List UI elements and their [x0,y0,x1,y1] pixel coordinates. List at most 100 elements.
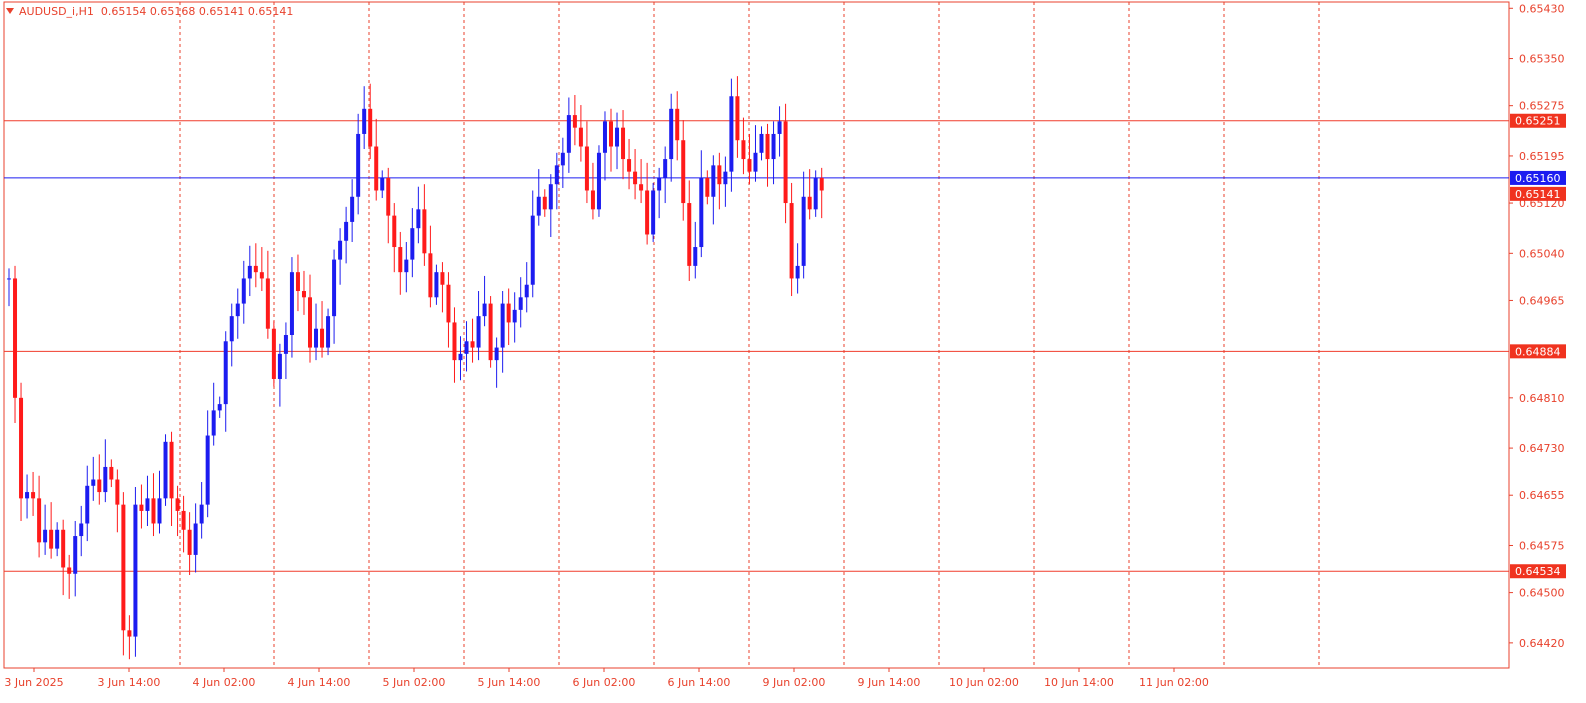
candle-body [115,479,120,505]
candle-body [494,347,499,361]
symbol-timeframe: AUDUSD_i,H1 [19,5,94,18]
level-layer [4,120,1509,572]
candle-body [332,259,337,317]
candle-body [687,203,692,266]
candle-body [127,630,132,637]
candle-body [434,272,439,298]
candle-body [362,108,367,134]
candle-body [723,171,728,185]
candle-body [651,190,656,235]
candle-body [145,498,150,511]
dropdown-arrow-icon[interactable] [6,8,14,14]
x-tick-label: 6 Jun 14:00 [668,676,731,689]
candle-body [693,247,698,266]
candle-body [759,133,764,153]
candle-body [121,504,126,631]
candle-body [705,177,710,197]
y-tick-label: 0.65195 [1519,150,1565,163]
candle-body [392,215,397,248]
ohlc-close: 0.65141 [247,5,294,18]
candle-body [458,353,463,361]
candle-body [729,96,734,172]
candle-body [566,115,571,153]
x-tick-label: 9 Jun 14:00 [858,676,921,689]
candle-body [410,228,415,260]
level-tag-label: 0.64534 [1515,565,1561,578]
candle-body [657,177,662,191]
x-tick-label: 10 Jun 02:00 [949,676,1019,689]
candle-body [289,272,294,335]
candle-body [807,196,812,210]
candle-body [187,529,192,555]
bid-price-tag: 0.65160 [1510,170,1566,185]
candle-body [253,265,258,273]
candle-body [157,498,162,524]
candle-body [199,504,204,524]
candle-body [235,303,240,317]
x-tick-label: 11 Jun 02:00 [1139,676,1209,689]
candle-body [91,479,96,486]
candle-body [584,146,589,191]
candle-body [675,108,680,141]
candle-body [43,529,48,543]
candle-body [735,96,740,141]
candle-body [428,253,433,298]
candle-body [711,165,716,197]
candle-body [181,510,186,530]
candle-body [590,190,595,210]
candle-body [356,133,361,197]
candle-body [416,209,421,229]
candle-body [314,328,319,348]
candle-body [602,121,607,153]
candle-body [560,152,565,166]
level-price-tag: 0.64534 [1510,564,1566,579]
candle-body [518,297,523,310]
candle-body [699,177,704,248]
ohlc-open: 0.65154 [100,5,147,18]
candle-body [169,441,174,499]
chart-svg[interactable]: 3 Jun 2025 3 Jun 14:00 4 Jun 02:00 4 Jun 14… [0,0,1586,703]
level-price-tag: 0.64884 [1510,344,1566,359]
y-tick-label: 0.65275 [1519,100,1565,113]
candle-body [452,322,457,361]
candle-body [175,498,180,511]
candle-body [554,165,559,185]
candle-body [326,316,331,348]
y-tick-label: 0.64965 [1519,294,1565,307]
y-tick-label: 0.64575 [1519,539,1565,552]
level-price-tag: 0.65251 [1510,113,1566,128]
x-tick-label: 3 Jun 14:00 [98,676,161,689]
x-tick-label: 10 Jun 14:00 [1044,676,1114,689]
ohlc-high: 0.65168 [149,5,196,18]
candle-body [205,435,210,505]
candle-body [103,466,108,493]
candle-body [440,272,445,285]
candle-body [663,159,668,178]
last-price-tag: 0.65141 [1510,186,1566,201]
candle-body [139,504,144,511]
candle-body [398,247,403,273]
candle-body [7,278,11,280]
candle-body [277,353,282,379]
candle-body [524,284,529,298]
candle-body [783,121,788,204]
candle-body [548,184,553,210]
candle-body [609,121,613,147]
candle-body [19,397,24,499]
candle-body [639,184,644,191]
candle-body [193,523,198,555]
candle-body [512,309,517,323]
candle-body [795,265,800,279]
candle-body [578,127,583,147]
candle-body [741,140,746,160]
candle-body [621,127,626,160]
candle-body [37,498,42,543]
candle-body [25,492,30,499]
candle-body [771,133,776,160]
x-tick-label: 6 Jun 02:00 [573,676,636,689]
x-tick-label: 5 Jun 14:00 [478,676,541,689]
candle-body [777,121,782,134]
candle-body [133,504,138,637]
chart-root[interactable]: 3 Jun 2025 3 Jun 14:00 4 Jun 02:00 4 Jun 14… [0,0,1586,703]
candle-body [350,196,355,222]
